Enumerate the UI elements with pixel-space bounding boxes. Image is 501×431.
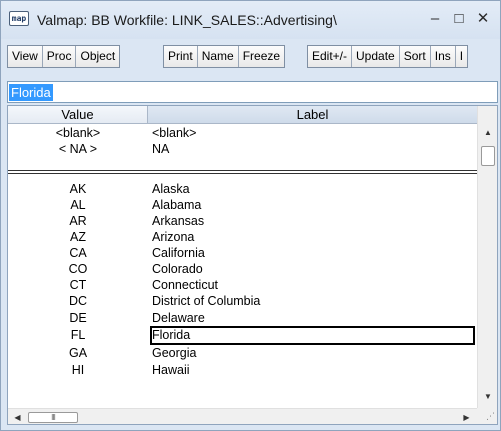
table-row-value[interactable]: CO [8,262,148,277]
table-row-label[interactable]: California [150,246,475,261]
scroll-up-icon[interactable]: ▲ [478,124,497,141]
maximize-button[interactable]: □ [449,9,469,29]
table-row-value[interactable]: CA [8,246,148,261]
toolbar-group-print: Print Name Freeze [163,45,286,68]
table-row-label[interactable]: Arkansas [150,214,475,229]
table-row-label[interactable]: Alabama [150,198,475,213]
horizontal-scrollbar[interactable]: ◀ III ▶ [8,408,477,424]
resize-grip-icon[interactable]: ⋰ [477,408,497,424]
table-row-value[interactable]: FL [8,328,148,343]
table-row-label[interactable]: Alaska [150,182,475,197]
vertical-scroll-thumb[interactable] [481,146,495,166]
special-row-value[interactable]: <blank> [8,126,148,141]
cell-edit-field[interactable]: Florida [7,81,498,103]
ins-button[interactable]: Ins [430,46,456,67]
table-row-value[interactable]: AZ [8,230,148,245]
horizontal-scroll-thumb[interactable]: III [28,412,78,423]
toolbar-group-edit: Edit+/- Update Sort Ins I [307,45,469,68]
scroll-down-icon[interactable]: ▼ [478,388,497,405]
table-row-label[interactable]: Arizona [150,230,475,245]
table-row-label[interactable]: Connecticut [150,278,475,293]
table-row-label[interactable]: Colorado [150,262,475,277]
table-row-label[interactable]: Hawaii [150,363,475,378]
table-row-value[interactable]: AR [8,214,148,229]
table-row-value[interactable]: GA [8,346,148,361]
valmap-grid[interactable]: Value Label <blank> <blank> < NA > NA AK… [7,105,498,425]
update-button[interactable]: Update [352,46,400,67]
freeze-button[interactable]: Freeze [238,46,285,67]
title-bar[interactable]: map Valmap: BB Workfile: LINK_SALES::Adv… [1,1,500,39]
table-row-value[interactable]: AK [8,182,148,197]
special-row-label[interactable]: NA [150,142,475,157]
minimize-button[interactable]: – [425,9,445,29]
map-icon: map [9,11,29,26]
table-row-value[interactable]: DE [8,311,148,326]
object-button[interactable]: Object [76,46,120,67]
table-row-label-selected[interactable]: Florida [150,326,475,345]
window-title: Valmap: BB Workfile: LINK_SALES::Adverti… [37,12,337,28]
name-button[interactable]: Name [197,46,239,67]
view-button[interactable]: View [8,46,43,67]
separator-line [8,170,477,171]
special-row-label[interactable]: <blank> [150,126,475,141]
toolbar: View Proc Object Print Name Freeze Edit+… [7,45,500,69]
table-row-value[interactable]: DC [8,294,148,309]
special-row-value[interactable]: < NA > [8,142,148,157]
valmap-window: map Valmap: BB Workfile: LINK_SALES::Adv… [0,0,501,431]
close-button[interactable]: ✕ [473,9,493,29]
table-row-label[interactable]: Georgia [150,346,475,361]
sort-button[interactable]: Sort [399,46,431,67]
cell-edit-value[interactable]: Florida [9,84,53,101]
ins-del-button-partial[interactable]: I [455,46,468,67]
scroll-right-icon[interactable]: ▶ [458,409,475,424]
value-column-header[interactable]: Value [8,106,148,124]
table-row-value[interactable]: CT [8,278,148,293]
proc-button[interactable]: Proc [42,46,77,67]
print-button[interactable]: Print [164,46,198,67]
label-column-header[interactable]: Label [148,106,477,124]
table-row-label[interactable]: Delaware [150,311,475,326]
table-row-value[interactable]: AL [8,198,148,213]
toolbar-group-object: View Proc Object [7,45,121,68]
separator-line [8,173,477,174]
table-row-value[interactable]: HI [8,363,148,378]
scroll-left-icon[interactable]: ◀ [9,409,26,424]
edit-plusminus-button[interactable]: Edit+/- [308,46,353,67]
table-row-label[interactable]: District of Columbia [150,294,475,309]
vertical-scrollbar[interactable]: ▲ ▼ [477,106,497,408]
